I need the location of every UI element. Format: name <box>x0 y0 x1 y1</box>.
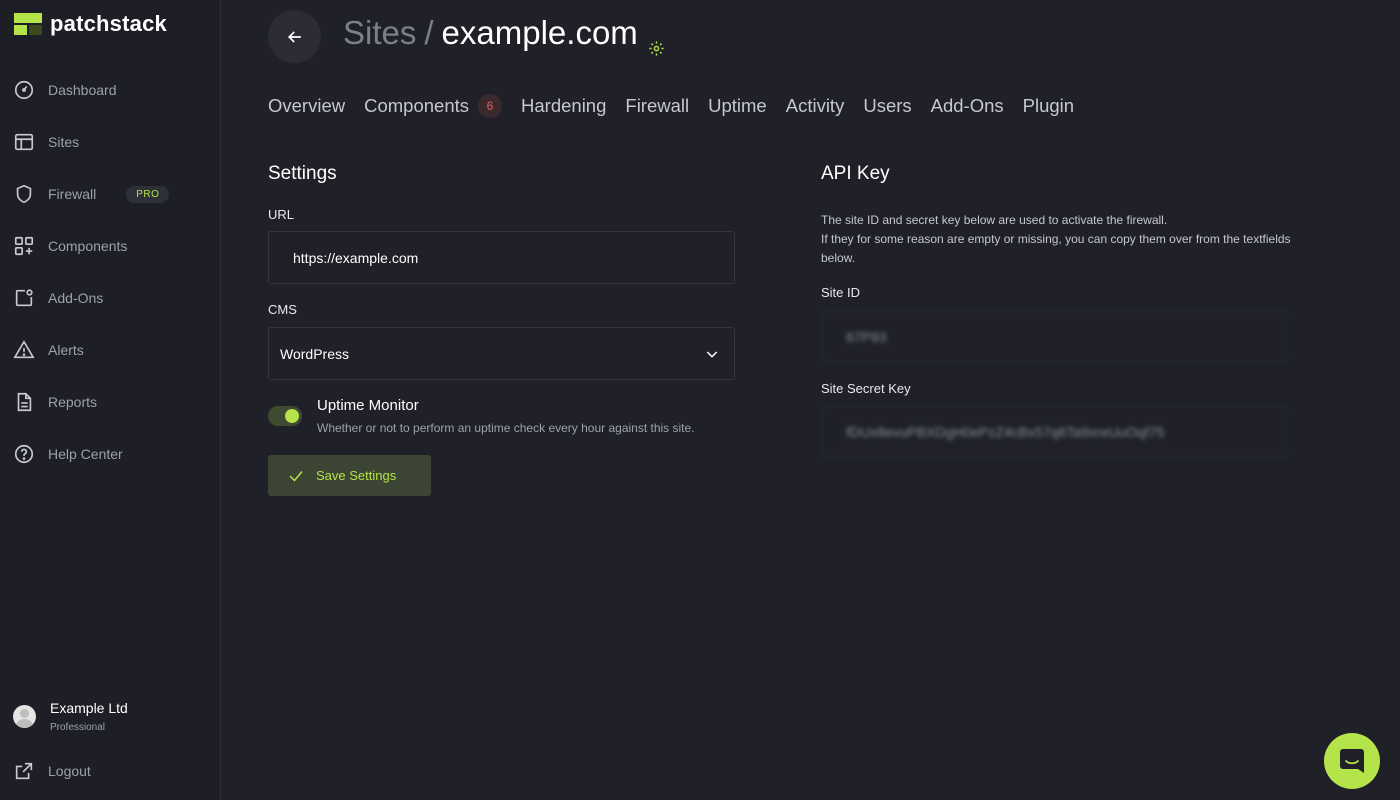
sidebar-item-reports[interactable]: Reports <box>0 376 221 428</box>
save-settings-button[interactable]: Save Settings <box>268 455 431 496</box>
url-value: https://example.com <box>293 249 419 266</box>
url-field[interactable]: https://example.com <box>268 231 735 284</box>
sidebar-item-label: Components <box>48 238 128 254</box>
dashboard-gauge-icon <box>13 79 35 101</box>
cms-label: CMS <box>268 302 297 317</box>
components-count-badge: 6 <box>478 94 503 118</box>
api-desc-line: If they for some reason are empty or mis… <box>821 232 1291 265</box>
tab-add-ons[interactable]: Add-Ons <box>931 95 1004 117</box>
account-name: Example Ltd <box>50 700 128 716</box>
shield-icon <box>13 183 35 205</box>
gear-icon[interactable] <box>648 27 665 56</box>
site-secret-key-value: fDUx8evuPBXDgH0ePzZ4cBx57q6Ta9xreUuOqf75 <box>846 423 1165 440</box>
external-link-icon <box>15 762 33 780</box>
components-grid-plus-icon <box>13 235 35 257</box>
site-secret-key-label: Site Secret Key <box>821 381 911 396</box>
breadcrumb-parent[interactable]: Sites <box>343 14 416 52</box>
sidebar-item-label: Alerts <box>48 342 84 358</box>
back-button[interactable] <box>268 10 321 63</box>
brand-logo[interactable]: patchstack <box>14 11 167 37</box>
tab-overview[interactable]: Overview <box>268 95 345 117</box>
patchstack-logo-icon <box>14 13 42 35</box>
site-secret-key-field[interactable]: fDUx8evuPBXDgH0ePzZ4cBx57q6Ta9xreUuOqf75 <box>821 405 1288 458</box>
page-title: example.com <box>441 14 638 51</box>
sidebar-item-dashboard[interactable]: Dashboard <box>0 64 221 116</box>
check-icon <box>289 470 303 482</box>
api-key-title: API Key <box>821 163 890 184</box>
account-plan: Professional <box>50 722 106 733</box>
pro-badge: PRO <box>126 185 170 203</box>
brand-name: patchstack <box>50 11 167 36</box>
cms-select[interactable]: WordPress <box>268 327 735 380</box>
logout-label: Logout <box>48 763 91 779</box>
avatar <box>13 705 36 728</box>
uptime-monitor-title: Uptime Monitor <box>317 397 419 414</box>
tab-hardening[interactable]: Hardening <box>521 95 606 117</box>
sidebar-item-firewall[interactable]: Firewall PRO <box>0 168 221 220</box>
help-circle-icon <box>13 443 35 465</box>
sidebar-item-components[interactable]: Components <box>0 220 221 272</box>
site-id-field[interactable]: 67P93 <box>821 310 1288 363</box>
sidebar-item-label: Reports <box>48 394 98 410</box>
url-label: URL <box>268 207 295 222</box>
toggle-knob <box>285 409 299 423</box>
sidebar-item-label: Add-Ons <box>48 290 104 306</box>
sidebar-item-label: Firewall <box>48 186 97 202</box>
cms-value: WordPress <box>280 345 349 362</box>
api-desc-line: The site ID and secret key below are use… <box>821 213 1168 227</box>
arrow-left-icon <box>287 30 301 43</box>
sidebar-item-label: Help Center <box>48 446 123 462</box>
uptime-monitor-toggle[interactable] <box>268 406 302 426</box>
sites-layout-icon <box>13 131 35 153</box>
logout-button[interactable]: Logout <box>13 760 91 782</box>
uptime-monitor-description: Whether or not to perform an uptime chec… <box>317 421 695 435</box>
sidebar-item-label: Sites <box>48 134 80 150</box>
chat-bubble-icon <box>1340 749 1364 773</box>
sidebar-nav: Dashboard Sites Firewall PRO Components <box>0 64 221 480</box>
tab-activity[interactable]: Activity <box>786 95 845 117</box>
site-id-value: 67P93 <box>846 328 887 345</box>
sidebar-item-label: Dashboard <box>48 82 117 98</box>
settings-title: Settings <box>268 163 337 184</box>
sidebar: patchstack Dashboard Sites Firewall PRO <box>0 0 221 800</box>
breadcrumb: Sites / example.com <box>343 14 665 56</box>
add-ons-icon <box>13 287 35 309</box>
tab-users[interactable]: Users <box>863 95 911 117</box>
breadcrumb-separator: / <box>424 14 434 51</box>
site-tabs: Overview Components 6 Hardening Firewall … <box>268 94 1093 118</box>
sidebar-item-add-ons[interactable]: Add-Ons <box>0 272 221 324</box>
save-settings-label: Save Settings <box>316 468 397 483</box>
tab-components[interactable]: Components 6 <box>364 94 503 118</box>
tab-plugin[interactable]: Plugin <box>1023 95 1074 117</box>
document-icon <box>13 391 35 413</box>
chevron-down-icon <box>704 346 720 362</box>
warning-triangle-icon <box>13 339 35 361</box>
tab-uptime[interactable]: Uptime <box>708 95 767 117</box>
api-key-description: The site ID and secret key below are use… <box>821 211 1321 268</box>
sidebar-item-help-center[interactable]: Help Center <box>0 428 221 480</box>
tab-firewall[interactable]: Firewall <box>625 95 689 117</box>
account-menu[interactable]: Example Ltd Professional <box>13 700 128 733</box>
site-id-label: Site ID <box>821 285 861 300</box>
sidebar-item-alerts[interactable]: Alerts <box>0 324 221 376</box>
sidebar-item-sites[interactable]: Sites <box>0 116 221 168</box>
chat-launcher-button[interactable] <box>1324 733 1380 789</box>
